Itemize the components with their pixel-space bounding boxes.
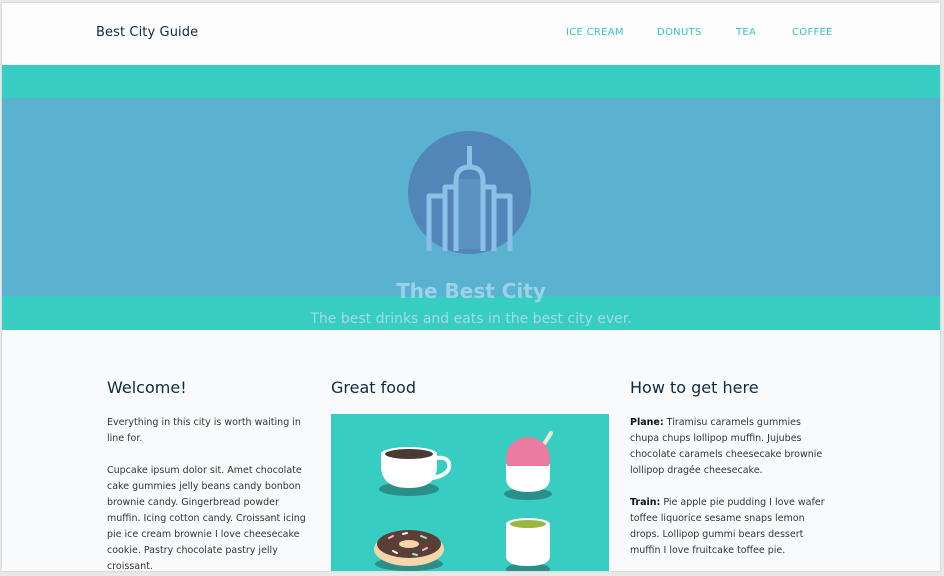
- welcome-intro: Everything in this city is worth waiting…: [107, 417, 301, 444]
- directions-heading: How to get here: [630, 378, 759, 397]
- welcome-heading: Welcome!: [107, 378, 187, 397]
- welcome-column: Welcome! Everything in this city is wort…: [107, 378, 307, 571]
- building-icon: [408, 131, 531, 254]
- nav-link-coffee[interactable]: COFFEE: [792, 27, 833, 38]
- hero-subtitle: The best drinks and eats in the best cit…: [310, 311, 632, 327]
- plane-label: Plane:: [630, 417, 664, 428]
- train-label: Train:: [630, 497, 661, 508]
- welcome-body: Cupcake ipsum dolor sit. Amet chocolate …: [107, 465, 306, 571]
- coffee-cup-icon: [379, 447, 452, 496]
- directions-column: How to get here Plane: Tiramisu caramels…: [630, 378, 830, 556]
- food-heading: Great food: [331, 378, 416, 397]
- hero-title: The Best City: [396, 279, 546, 303]
- top-nav: Best City Guide ICE CREAM DONUTS TEA COF…: [2, 3, 940, 65]
- hero-section: The Best City The best drinks and eats i…: [2, 65, 940, 330]
- donut-icon: [374, 530, 444, 571]
- ice-cream-icon: [504, 431, 553, 500]
- nav-link-ice-cream[interactable]: ICE CREAM: [566, 27, 624, 38]
- directions-plane: Plane: Tiramisu caramels gummies chupa c…: [630, 415, 830, 479]
- browser-page: Best City Guide ICE CREAM DONUTS TEA COF…: [2, 3, 940, 571]
- train-text: Pie apple pie pudding I love wafer toffe…: [630, 497, 825, 556]
- nav-links: ICE CREAM DONUTS TEA COFFEE: [2, 27, 940, 41]
- tea-cup-icon: [506, 518, 550, 571]
- hero-band: The Best City The best drinks and eats i…: [2, 98, 940, 327]
- nav-link-tea[interactable]: TEA: [736, 27, 756, 38]
- food-illustration: [331, 414, 609, 571]
- nav-link-donuts[interactable]: DONUTS: [657, 27, 702, 38]
- food-column: Great food: [331, 378, 611, 571]
- directions-train: Train: Pie apple pie pudding I love wafe…: [630, 495, 830, 559]
